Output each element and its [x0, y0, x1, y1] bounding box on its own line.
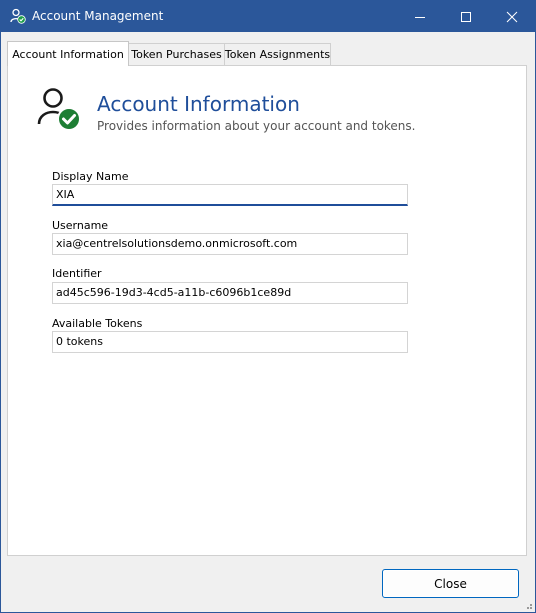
page-subtitle: Provides information about your account …	[97, 119, 416, 133]
user-verified-icon	[37, 88, 81, 131]
username-label: Username	[52, 219, 109, 232]
minimize-button[interactable]	[397, 1, 443, 32]
tab-token-assignments[interactable]: Token Assignments	[224, 43, 331, 65]
close-button[interactable]: Close	[382, 569, 519, 598]
available-tokens-label: Available Tokens	[52, 317, 143, 330]
page-title: Account Information	[97, 92, 300, 116]
identifier-label: Identifier	[52, 267, 102, 280]
maximize-icon	[461, 11, 471, 22]
maximize-button[interactable]	[443, 1, 489, 32]
display-name-field[interactable]: XIA	[52, 184, 408, 206]
user-check-icon	[10, 8, 26, 24]
display-name-label: Display Name	[52, 170, 129, 183]
title-bar[interactable]: Account Management	[1, 1, 535, 32]
tab-account-information[interactable]: Account Information	[7, 41, 129, 66]
minimize-icon	[415, 16, 425, 18]
close-icon	[506, 11, 518, 22]
account-information-panel: Account Information Provides information…	[7, 65, 527, 556]
resize-grip-icon[interactable]	[523, 600, 533, 610]
window-title: Account Management	[32, 9, 164, 23]
identifier-field[interactable]: ad45c596-19d3-4cd5-a11b-c6096b1ce89d	[52, 282, 408, 304]
account-management-window: Account Management Account Information T…	[0, 0, 536, 613]
close-window-button[interactable]	[489, 1, 535, 32]
username-field[interactable]: xia@centrelsolutionsdemo.onmicrosoft.com	[52, 233, 408, 255]
tab-token-purchases[interactable]: Token Purchases	[128, 43, 225, 65]
available-tokens-field[interactable]: 0 tokens	[52, 331, 408, 353]
